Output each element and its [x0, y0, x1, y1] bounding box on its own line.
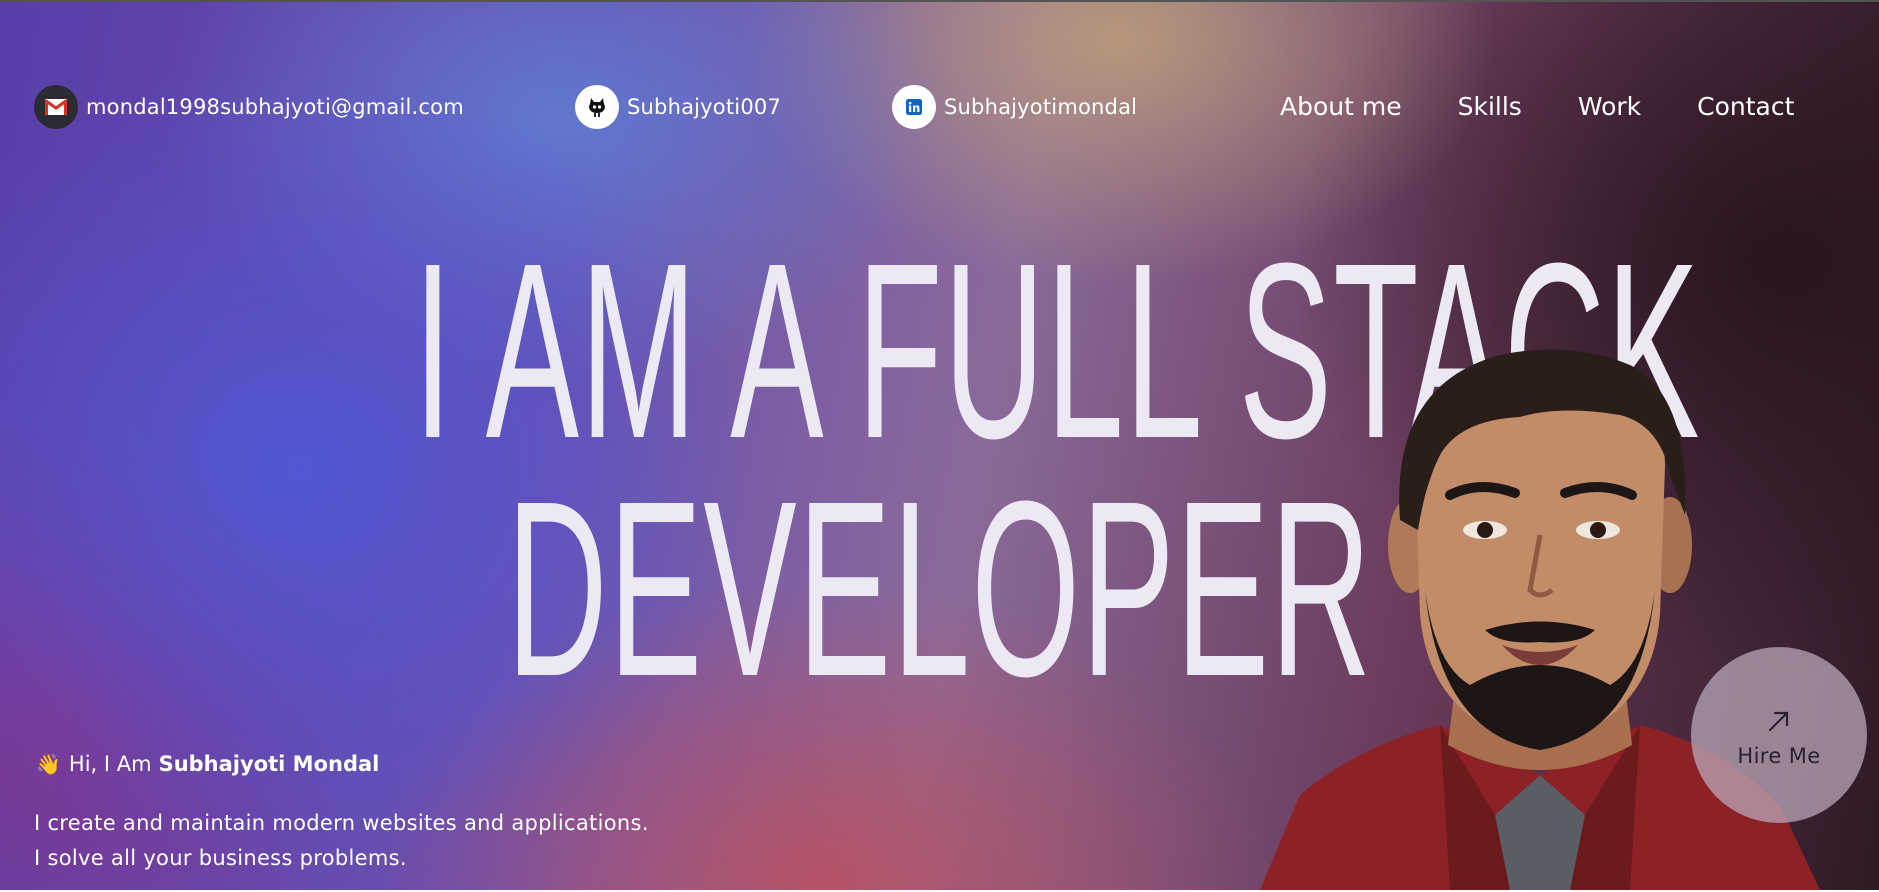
github-contact[interactable]: Subhajyoti007 [575, 85, 781, 129]
nav-about-me[interactable]: About me [1280, 92, 1402, 121]
nav-work[interactable]: Work [1578, 92, 1641, 121]
email-address: mondal1998subhajyoti@gmail.com [86, 95, 464, 119]
greeting-prefix: Hi, I Am [68, 752, 152, 776]
nav-contact[interactable]: Contact [1697, 92, 1794, 121]
nav-skills[interactable]: Skills [1458, 92, 1522, 121]
linkedin-username: Subhajyotimondal [944, 95, 1138, 119]
hire-me-label: Hire Me [1737, 744, 1821, 768]
description-line-1: I create and maintain modern websites an… [34, 811, 649, 835]
gmail-icon [34, 85, 78, 129]
main-nav: About me Skills Work Contact [1280, 88, 1794, 124]
linkedin-icon [892, 85, 936, 129]
email-contact[interactable]: mondal1998subhajyoti@gmail.com [34, 85, 464, 129]
hero-section: mondal1998subhajyoti@gmail.com Subhajyot… [0, 0, 1879, 890]
description-line-2: I solve all your business problems. [34, 846, 407, 870]
greeting: 👋 Hi, I Am Subhajyoti Mondal [36, 752, 379, 776]
linkedin-contact[interactable]: Subhajyotimondal [892, 85, 1137, 129]
arrow-up-right-icon [1766, 708, 1792, 738]
waving-hand-icon: 👋 [36, 752, 61, 776]
top-border [0, 0, 1879, 2]
github-icon [575, 85, 619, 129]
github-username: Subhajyoti007 [627, 95, 782, 119]
greeting-name: Subhajyoti Mondal [158, 752, 380, 776]
hire-me-button[interactable]: Hire Me [1691, 647, 1867, 823]
